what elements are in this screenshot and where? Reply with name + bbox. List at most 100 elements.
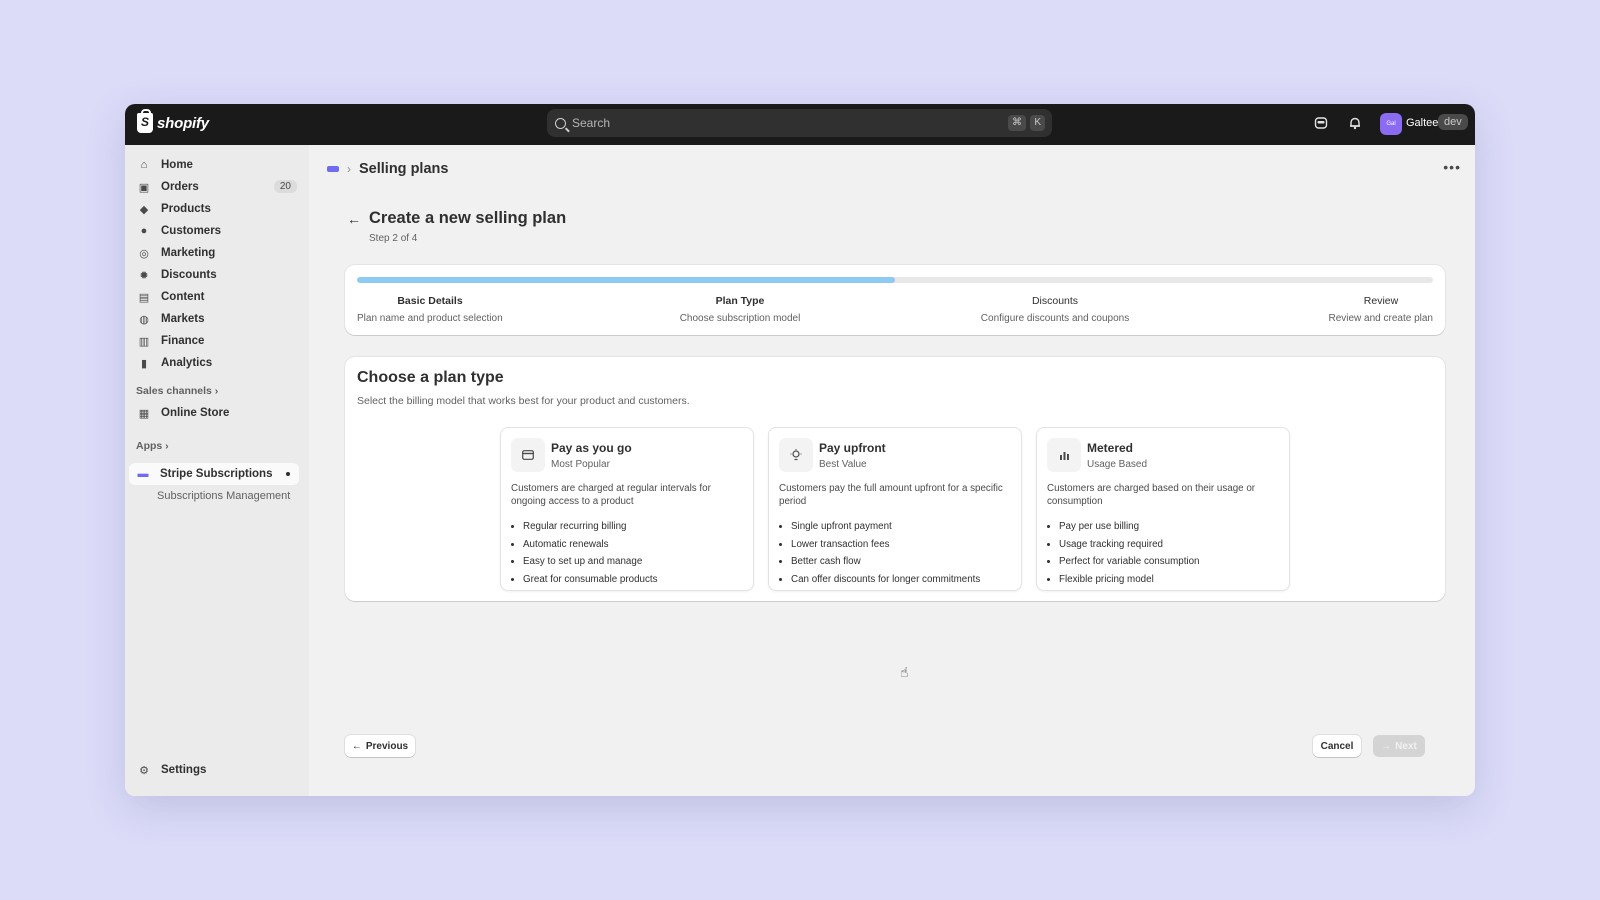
shortcut-cmd: ⌘	[1008, 115, 1026, 131]
avatar[interactable]: Gal	[1380, 113, 1402, 135]
feature-list: Pay per use billing Usage tracking requi…	[1059, 518, 1200, 588]
breadcrumb: › Selling plans	[327, 161, 448, 177]
bell-icon[interactable]	[1347, 116, 1363, 132]
feature-item: Better cash flow	[791, 553, 980, 571]
home-icon: ⌂	[140, 159, 148, 171]
sidebar-item-label: Orders	[161, 181, 199, 193]
step-title: Basic Details	[397, 295, 463, 307]
option-tag: Most Popular	[551, 459, 610, 470]
store-badge: dev	[1438, 114, 1468, 130]
chevron-right-icon: ›	[347, 162, 351, 176]
option-description: Customers are charged at regular interva…	[511, 483, 711, 507]
top-bar: shopify Search ⌘ K Gal Galtee dev	[125, 104, 1475, 145]
feature-item: Single upfront payment	[791, 518, 980, 536]
plan-type-card: Choose a plan type Select the billing mo…	[345, 357, 1445, 601]
sidebar-item-content[interactable]: ▤ Content	[130, 286, 300, 308]
sidebar-item-settings[interactable]: ⚙ Settings	[130, 759, 300, 781]
person-icon: ●	[140, 225, 148, 237]
plan-type-heading: Choose a plan type	[357, 369, 504, 386]
globe-icon: ◍	[139, 313, 149, 326]
button-label: Cancel	[1320, 740, 1354, 752]
stripe-app-icon: ▬	[137, 468, 149, 480]
sidebar-item-label: Stripe Subscriptions	[160, 468, 273, 480]
option-description: Customers pay the full amount upfront fo…	[779, 483, 1003, 507]
content-icon: ▤	[138, 291, 150, 304]
more-actions-icon[interactable]: •••	[1443, 159, 1461, 175]
section-label-text: Apps	[136, 440, 163, 452]
credit-card-icon	[511, 438, 545, 472]
sidebar-item-label: Settings	[161, 764, 207, 776]
sidebar-item-customers[interactable]: ● Customers	[130, 220, 300, 242]
apps-header[interactable]: Apps ›	[136, 440, 169, 452]
chevron-right-icon: ›	[165, 440, 169, 452]
step-description: Review and create plan	[1328, 313, 1433, 324]
option-tag: Usage Based	[1087, 459, 1148, 470]
bar-chart-icon	[1047, 438, 1081, 472]
sidebar-item-analytics[interactable]: ▮ Analytics	[130, 352, 300, 374]
option-metered[interactable]: Metered Usage Based Customers are charge…	[1036, 427, 1290, 591]
feature-item: Regular recurring billing	[523, 518, 658, 536]
hand-cursor-icon: ☝	[900, 664, 909, 680]
sidebar-item-label: Online Store	[161, 407, 230, 419]
feature-item: Flexible pricing model	[1059, 571, 1200, 589]
feature-item: Can offer discounts for longer commitmen…	[791, 571, 980, 589]
feature-item: Great for consumable products	[523, 571, 658, 589]
feature-list: Single upfront payment Lower transaction…	[791, 518, 980, 588]
sidebar-item-marketing[interactable]: ◎ Marketing	[130, 242, 300, 264]
shopify-logo[interactable]: shopify	[137, 109, 209, 133]
chevron-right-icon: ›	[214, 385, 219, 397]
feature-item: Easy to set up and manage	[523, 553, 658, 571]
step-discounts: Discounts Configure discounts and coupon…	[975, 295, 1135, 324]
sidekick-icon[interactable]	[1313, 116, 1329, 132]
feature-item: Pay per use billing	[1059, 518, 1200, 536]
sales-channels-header[interactable]: Sales channels ›	[136, 385, 218, 397]
sidebar-item-discounts[interactable]: ✹ Discounts	[130, 264, 300, 286]
step-description: Choose subscription model	[679, 313, 801, 324]
sidebar-item-online-store[interactable]: ▦ Online Store	[130, 402, 300, 424]
step-title: Review	[1363, 295, 1399, 307]
sidebar-item-label: Analytics	[161, 357, 213, 369]
lightbulb-icon	[779, 438, 813, 472]
step-plan-type: Plan Type Choose subscription model	[675, 295, 805, 324]
target-icon: ◎	[139, 247, 149, 260]
orders-count-badge: 20	[273, 180, 297, 193]
sidebar-item-label: Markets	[161, 313, 205, 325]
option-title: Pay upfront	[819, 441, 886, 455]
cancel-button[interactable]: Cancel	[1313, 735, 1361, 757]
option-pay-as-you-go[interactable]: Pay as you go Most Popular Customers are…	[500, 427, 754, 591]
section-label-text: Sales channels	[136, 385, 212, 397]
user-name[interactable]: Galtee	[1406, 117, 1438, 129]
sidebar-subitem-subscriptions-management[interactable]: Subscriptions Management	[157, 490, 290, 502]
gear-icon: ⚙	[139, 764, 149, 777]
back-arrow-icon[interactable]: ←	[347, 211, 361, 227]
option-pay-upfront[interactable]: Pay upfront Best Value Customers pay the…	[768, 427, 1022, 591]
shortcut-key: K	[1030, 115, 1045, 131]
sidebar-item-label: Home	[161, 159, 193, 171]
sidebar-item-products[interactable]: ◆ Products	[130, 198, 300, 220]
feature-item: Lower transaction fees	[791, 536, 980, 554]
sidebar-item-stripe-subscriptions[interactable]: ▬ Stripe Subscriptions	[129, 463, 299, 485]
step-indicator: Step 2 of 4	[369, 233, 418, 244]
sidebar-item-markets[interactable]: ◍ Markets	[130, 308, 300, 330]
search-input[interactable]: Search ⌘ K	[547, 109, 1052, 137]
search-icon	[555, 117, 566, 129]
page-header-title: Selling plans	[359, 161, 449, 177]
sidebar-item-finance[interactable]: ▥ Finance	[130, 330, 300, 352]
stripe-app-icon[interactable]	[327, 166, 339, 172]
sidebar-item-orders[interactable]: ▣ Orders 20	[130, 176, 300, 198]
arrow-left-icon: ←	[351, 740, 362, 752]
step-basic-details: Basic Details Plan name and product sele…	[357, 295, 503, 324]
option-title: Metered	[1087, 441, 1134, 455]
next-button[interactable]: → Next	[1373, 735, 1425, 757]
progress-bar	[357, 277, 1433, 283]
active-dot	[286, 472, 290, 476]
page-title: Create a new selling plan	[369, 209, 567, 227]
arrow-right-icon: →	[1381, 740, 1392, 752]
sidebar-item-label: Content	[161, 291, 205, 303]
previous-button[interactable]: ← Previous	[345, 735, 415, 757]
sidebar-item-home[interactable]: ⌂ Home	[130, 154, 300, 176]
sidebar-item-label: Customers	[161, 225, 222, 237]
step-review: Review Review and create plan	[1307, 295, 1433, 324]
button-label: Previous	[365, 740, 409, 752]
plan-type-description: Select the billing model that works best…	[357, 395, 690, 407]
